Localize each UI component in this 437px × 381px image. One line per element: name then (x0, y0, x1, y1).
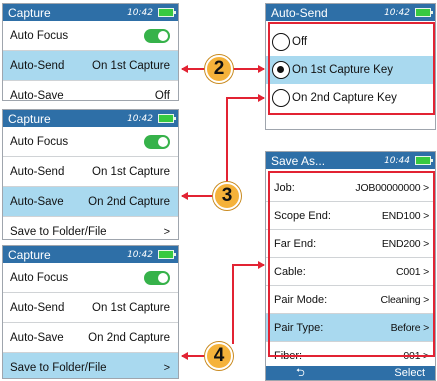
callout-badge-3: 3 (213, 182, 241, 210)
callout-badge-2: 2 (205, 55, 233, 83)
arrow-4-up (232, 261, 265, 344)
callout-badge-4: 4 (205, 342, 233, 370)
arrow-3-up (226, 94, 265, 183)
